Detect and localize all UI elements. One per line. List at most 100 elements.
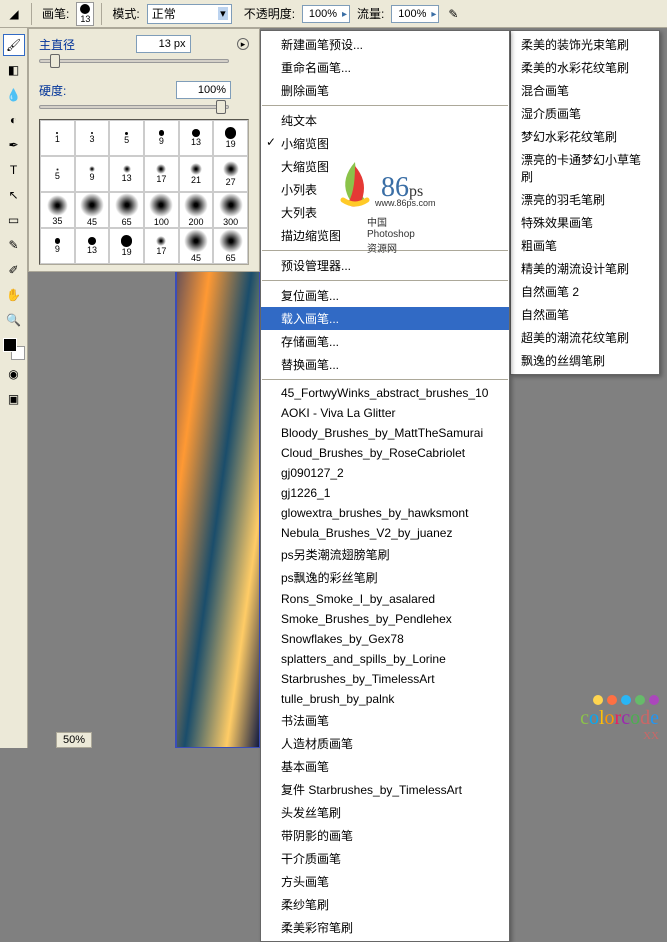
blend-mode-select[interactable]: 正常 (147, 4, 232, 24)
menu-item[interactable]: 柔美彩帘笔刷 (261, 916, 509, 939)
flow-input[interactable]: 100% (391, 5, 439, 23)
brush-preset[interactable]: 45 (179, 228, 214, 264)
menu-item[interactable]: AOKI - Viva La Glitter (261, 403, 509, 423)
menu-item[interactable]: 替换画笔... (261, 353, 509, 376)
brush-preset[interactable]: 5 (40, 156, 75, 192)
flyout-menu-icon[interactable]: ▸ (237, 38, 249, 50)
menu-item[interactable]: gj090127_2 (261, 463, 509, 483)
fg-bg-swatch[interactable] (3, 338, 25, 360)
menu-item[interactable]: Smoke_Brushes_by_Pendlehex (261, 609, 509, 629)
menu-item[interactable]: 复件 Starbrushes_by_TimelessArt (261, 778, 509, 801)
menu-item[interactable]: 纯文本 (261, 109, 509, 132)
brush-preset[interactable]: 100 (144, 192, 179, 228)
submenu-item[interactable]: 自然画笔 2 (511, 280, 659, 303)
brush-preset[interactable]: 13 (109, 156, 144, 192)
menu-item[interactable]: 复位画笔... (261, 284, 509, 307)
brush-preset[interactable]: 17 (144, 228, 179, 264)
brush-preset[interactable]: 13 (179, 120, 214, 156)
menu-item[interactable]: 干介质画笔 (261, 847, 509, 870)
menu-item[interactable]: 新建画笔预设... (261, 33, 509, 56)
path-tool[interactable]: ↖ (3, 184, 25, 206)
menu-item[interactable]: gj1226_1 (261, 483, 509, 503)
brush-preset[interactable]: 9 (144, 120, 179, 156)
brush-preset[interactable]: 19 (213, 120, 248, 156)
diameter-input[interactable]: 13 px (136, 35, 191, 53)
menu-item[interactable]: Snowflakes_by_Gex78 (261, 629, 509, 649)
menu-item[interactable]: ps另类潮流翅膀笔刷 (261, 543, 509, 566)
diameter-slider[interactable] (39, 59, 229, 63)
menu-item[interactable]: 带阴影的画笔 (261, 824, 509, 847)
menu-item[interactable]: 大列表 (261, 201, 509, 224)
menu-item[interactable]: 柔纱笔刷 (261, 893, 509, 916)
menu-item[interactable]: Rons_Smoke_I_by_asalared (261, 589, 509, 609)
submenu-item[interactable]: 漂亮的卡通梦幻小草笔刷 (511, 148, 659, 188)
brush-preset[interactable]: 200 (179, 192, 214, 228)
screen-mode-icon[interactable]: ▣ (3, 388, 25, 410)
menu-item[interactable]: tulle_brush_by_palnk (261, 689, 509, 709)
menu-item[interactable]: 人造材质画笔 (261, 732, 509, 755)
submenu-item[interactable]: 超美的潮流花纹笔刷 (511, 326, 659, 349)
brush-preset[interactable]: 35 (40, 192, 75, 228)
submenu-item[interactable]: 自然画笔 (511, 303, 659, 326)
gradient-tool[interactable]: ◧ (3, 59, 25, 81)
menu-item[interactable]: 大缩览图 (261, 155, 509, 178)
brush-preset-grid[interactable]: 1359131959131721273545651002003009131917… (39, 119, 249, 265)
blur-tool[interactable]: 💧 (3, 84, 25, 106)
hand-tool[interactable]: ✋ (3, 284, 25, 306)
menu-item[interactable]: splatters_and_spills_by_Lorine (261, 649, 509, 669)
submenu-item[interactable]: 梦幻水彩花纹笔刷 (511, 125, 659, 148)
type-tool[interactable]: T (3, 159, 25, 181)
menu-item[interactable]: 描边缩览图 (261, 224, 509, 247)
hardness-input[interactable]: 100% (176, 81, 231, 99)
submenu-item[interactable]: 柔美的装饰光束笔刷 (511, 33, 659, 56)
menu-item[interactable]: 预设管理器... (261, 254, 509, 277)
submenu-item[interactable]: 柔美的水彩花纹笔刷 (511, 56, 659, 79)
shape-tool[interactable]: ▭ (3, 209, 25, 231)
brush-preset[interactable]: 65 (109, 192, 144, 228)
eyedropper-tool[interactable]: ✐ (3, 259, 25, 281)
menu-item[interactable]: 重命名画笔... (261, 56, 509, 79)
brush-preset[interactable]: 21 (179, 156, 214, 192)
brush-preset[interactable]: 3 (75, 120, 110, 156)
hardness-slider[interactable] (39, 105, 229, 109)
brush-preset[interactable]: 45 (75, 192, 110, 228)
submenu-item[interactable]: 飘逸的丝绸笔刷 (511, 349, 659, 372)
brush-preset[interactable]: 19 (109, 228, 144, 264)
quick-mask-icon[interactable]: ◉ (3, 363, 25, 385)
menu-item[interactable]: 基本画笔 (261, 755, 509, 778)
menu-item[interactable]: 小列表 (261, 178, 509, 201)
brush-preset[interactable]: 300 (213, 192, 248, 228)
submenu-item[interactable]: 精美的潮流设计笔刷 (511, 257, 659, 280)
tool-preset-icon[interactable]: ◢ (4, 4, 24, 24)
menu-item[interactable]: Nebula_Brushes_V2_by_juanez (261, 523, 509, 543)
submenu-item[interactable]: 湿介质画笔 (511, 102, 659, 125)
notes-tool[interactable]: ✎ (3, 234, 25, 256)
brush-preset[interactable]: 5 (109, 120, 144, 156)
menu-item[interactable]: Cloud_Brushes_by_RoseCabriolet (261, 443, 509, 463)
menu-item[interactable]: Bloody_Brushes_by_MattTheSamurai (261, 423, 509, 443)
menu-item[interactable]: 存储画笔... (261, 330, 509, 353)
brush-preset[interactable]: 65 (213, 228, 248, 264)
submenu-item[interactable]: 漂亮的羽毛笔刷 (511, 188, 659, 211)
submenu-item[interactable]: 混合画笔 (511, 79, 659, 102)
foreground-color[interactable] (3, 338, 17, 352)
airbrush-icon[interactable]: ✎ (443, 4, 463, 24)
submenu-item[interactable]: 特殊效果画笔 (511, 211, 659, 234)
menu-item[interactable]: 小缩览图 (261, 132, 509, 155)
brush-preset[interactable]: 1 (40, 120, 75, 156)
menu-item[interactable]: 头发丝笔刷 (261, 801, 509, 824)
zoom-tool[interactable]: 🔍 (3, 309, 25, 331)
brush-tool[interactable]: 🖌 (3, 34, 25, 56)
brush-preset[interactable]: 27 (213, 156, 248, 192)
pen-tool[interactable]: ✒ (3, 134, 25, 156)
menu-item[interactable]: glowextra_brushes_by_hawksmont (261, 503, 509, 523)
zoom-readout[interactable]: 50% (56, 732, 92, 748)
brush-preset[interactable]: 17 (144, 156, 179, 192)
menu-item[interactable]: 书法画笔 (261, 709, 509, 732)
menu-item[interactable]: 45_FortwyWinks_abstract_brushes_10 (261, 383, 509, 403)
menu-item[interactable]: 方头画笔 (261, 870, 509, 893)
menu-item[interactable]: ps飘逸的彩丝笔刷 (261, 566, 509, 589)
menu-item[interactable]: 删除画笔 (261, 79, 509, 102)
brush-preset-picker[interactable]: 13 (76, 2, 94, 26)
brush-preset[interactable]: 13 (75, 228, 110, 264)
